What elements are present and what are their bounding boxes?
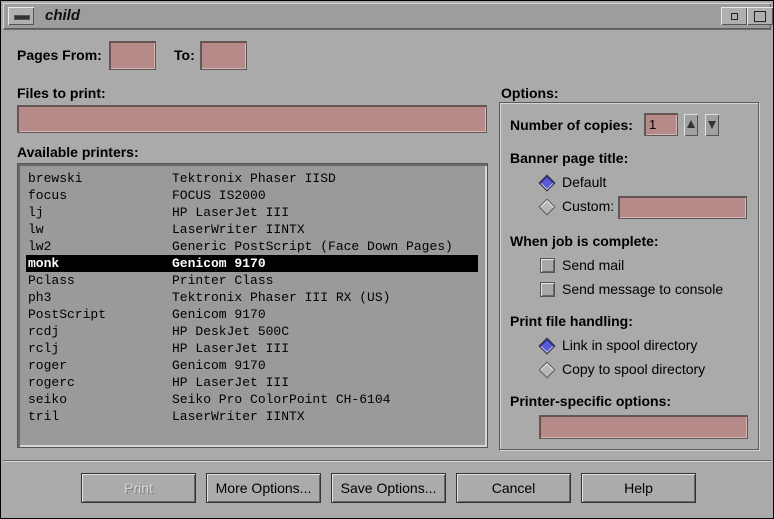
printer-row[interactable]: seiko Seiko Pro ColorPoint CH-6104 [26,391,478,408]
printer-row[interactable]: brewski Tektronix Phaser IISD [26,170,478,187]
help-button[interactable]: Help [581,473,696,503]
window-title: child [45,7,81,24]
printer-list[interactable]: brewski Tektronix Phaser IISD focus FOCUS I… [17,163,488,448]
printer-name: lw [28,222,44,237]
copies-label: Number of copies: [510,117,633,133]
banner-custom-label[interactable]: Custom: [562,198,614,214]
send-mail-label[interactable]: Send mail [562,257,624,273]
files-to-print-label: Files to print: [17,85,106,101]
printer-row[interactable]: Pclass Printer Class [26,272,478,289]
printer-description: HP LaserJet III [172,205,290,220]
pages-from-label: Pages From: [17,47,102,63]
maximize-button[interactable] [747,7,773,25]
cancel-button[interactable]: Cancel [456,473,571,503]
more-options-button[interactable]: More Options... [206,473,321,503]
banner-custom-input[interactable] [618,196,747,219]
arrow-up-icon [687,120,695,128]
printer-row[interactable]: lw2 Generic PostScript (Face Down Pages) [26,238,478,255]
send-console-label[interactable]: Send message to console [562,281,723,297]
copy-spool-label[interactable]: Copy to spool directory [562,361,705,377]
printer-specific-input[interactable] [539,415,748,439]
pages-to-label: To: [174,47,195,63]
printer-name: ph3 [28,290,52,305]
printer-description: Genicom 9170 [172,256,266,271]
title-bar[interactable]: child [3,3,773,30]
printer-name: Pclass [28,273,75,288]
job-complete-label: When job is complete: [510,233,659,249]
printer-name: PostScript [28,307,107,322]
printer-row[interactable]: tril LaserWriter IINTX [26,408,478,425]
files-to-print-input[interactable] [17,105,487,133]
available-printers-label: Available printers: [17,144,139,160]
printer-row[interactable]: lw LaserWriter IINTX [26,221,478,238]
options-label: Options: [501,85,559,101]
printer-description: Genicom 9170 [172,307,266,322]
printer-row[interactable]: roger Genicom 9170 [26,357,478,374]
print-button[interactable]: Print [81,473,196,503]
printer-name: tril [28,409,60,424]
maximize-icon [754,11,766,22]
arrow-down-icon [708,121,716,129]
printer-row[interactable]: focus FOCUS IS2000 [26,187,478,204]
save-options-button[interactable]: Save Options... [331,473,446,503]
button-separator [3,460,771,462]
copies-increment-button[interactable] [684,114,698,136]
send-mail-checkbox[interactable] [540,258,555,273]
copies-decrement-button[interactable] [705,114,719,136]
printer-description: HP LaserJet III [172,341,290,356]
printer-name: seiko [28,392,68,407]
printer-description: Seiko Pro ColorPoint CH-6104 [172,392,391,407]
printer-description: LaserWriter IINTX [172,409,305,424]
banner-default-label[interactable]: Default [562,174,606,190]
printer-name: lj [28,205,44,220]
printer-description: Printer Class [172,273,274,288]
printer-name: monk [28,256,60,271]
pages-from-input[interactable] [109,41,156,70]
printer-description: LaserWriter IINTX [172,222,305,237]
window-menu-button[interactable] [8,7,34,25]
printer-name: rclj [28,341,60,356]
file-handling-label: Print file handling: [510,313,633,329]
printer-name: focus [28,188,68,203]
minimize-icon [731,13,738,20]
send-console-checkbox[interactable] [540,282,555,297]
printer-row[interactable]: PostScript Genicom 9170 [26,306,478,323]
printer-name: rogerc [28,375,75,390]
printer-description: HP DeskJet 500C [172,324,290,339]
link-spool-label[interactable]: Link in spool directory [562,337,697,353]
printer-row[interactable]: rogerc HP LaserJet III [26,374,478,391]
printer-description: Generic PostScript (Face Down Pages) [172,239,453,254]
pages-to-input[interactable] [200,41,247,70]
printer-row[interactable]: rclj HP LaserJet III [26,340,478,357]
printer-specific-label: Printer-specific options: [510,393,672,409]
printer-name: rcdj [28,324,60,339]
printer-row[interactable]: rcdj HP DeskJet 500C [26,323,478,340]
minimize-button[interactable] [721,7,747,25]
printer-description: Tektronix Phaser IISD [172,171,336,186]
printer-row[interactable]: monk Genicom 9170 [26,255,478,272]
printer-row[interactable]: lj HP LaserJet III [26,204,478,221]
printer-name: brewski [28,171,83,186]
printer-name: roger [28,358,68,373]
window-menu-icon [14,15,30,20]
print-dialog-window: child Pages From: To: Files to print: Av… [0,0,774,519]
banner-title-label: Banner page title: [510,150,629,166]
printer-description: Tektronix Phaser III RX (US) [172,290,391,305]
printer-description: Genicom 9170 [172,358,266,373]
printer-description: FOCUS IS2000 [172,188,266,203]
printer-description: HP LaserJet III [172,375,290,390]
printer-name: lw2 [28,239,52,254]
printer-row[interactable]: ph3 Tektronix Phaser III RX (US) [26,289,478,306]
copies-input[interactable] [644,113,678,136]
